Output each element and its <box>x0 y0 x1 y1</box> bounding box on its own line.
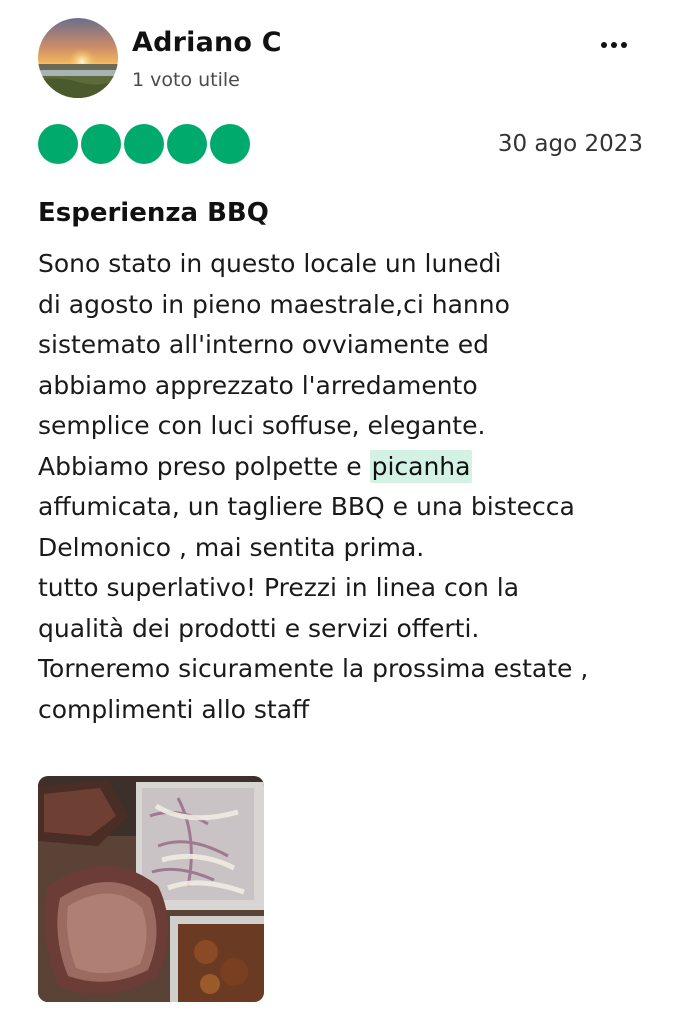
review-body-line: Torneremo sicuramente la prossima estate… <box>38 654 589 683</box>
more-options-button[interactable] <box>592 30 636 60</box>
rating-bubble-icon <box>81 124 121 164</box>
review-body-line: Abbiamo preso polpette e picanha <box>38 447 648 488</box>
rating-bubble-icon <box>124 124 164 164</box>
highlighted-keyword[interactable]: picanha <box>369 449 473 483</box>
rating-bubble-icon <box>210 124 250 164</box>
review-body-line: di agosto in pieno maestrale,ci hanno <box>38 289 510 319</box>
author-helpful-votes: 1 voto utile <box>132 69 240 91</box>
review-body-line: Delmonico , mai sentita prima. <box>38 532 425 562</box>
avatar[interactable] <box>38 18 118 98</box>
review-date: 30 ago 2023 <box>497 131 643 157</box>
bbq-platter-photo-icon <box>38 776 264 1002</box>
rating-bubbles <box>38 124 250 164</box>
review-body-line: semplice con luci soffuse, elegante. <box>38 411 486 440</box>
review-body-line: tutto superlativo! Prezzi in linea con l… <box>38 573 520 602</box>
more-horizontal-icon <box>601 42 607 48</box>
author-name[interactable]: Adriano C <box>132 27 282 58</box>
review-title: Esperienza BBQ <box>38 198 269 228</box>
review-body-line: affumicata, un tagliere BBQ e una bistec… <box>38 492 575 521</box>
review-body-line: qualità dei prodotti e servizi offerti. <box>38 613 480 643</box>
review-body: Sono stato in questo locale un lunedì di… <box>38 244 648 730</box>
sunset-landscape-avatar-icon <box>38 18 118 98</box>
review-body-line: Sono stato in questo locale un lunedì <box>38 249 502 278</box>
rating-bubble-icon <box>167 124 207 164</box>
review-body-text: Abbiamo preso polpette e <box>38 451 370 481</box>
review-body-line: complimenti allo staff <box>38 694 310 724</box>
more-horizontal-icon <box>621 42 627 48</box>
more-horizontal-icon <box>611 42 617 48</box>
rating-bubble-icon <box>38 124 78 164</box>
review-photo[interactable] <box>38 776 264 1002</box>
review-body-line: abbiamo apprezzato l'arredamento <box>38 370 478 400</box>
review-body-line: sistemato all'interno ovviamente ed <box>38 330 489 359</box>
